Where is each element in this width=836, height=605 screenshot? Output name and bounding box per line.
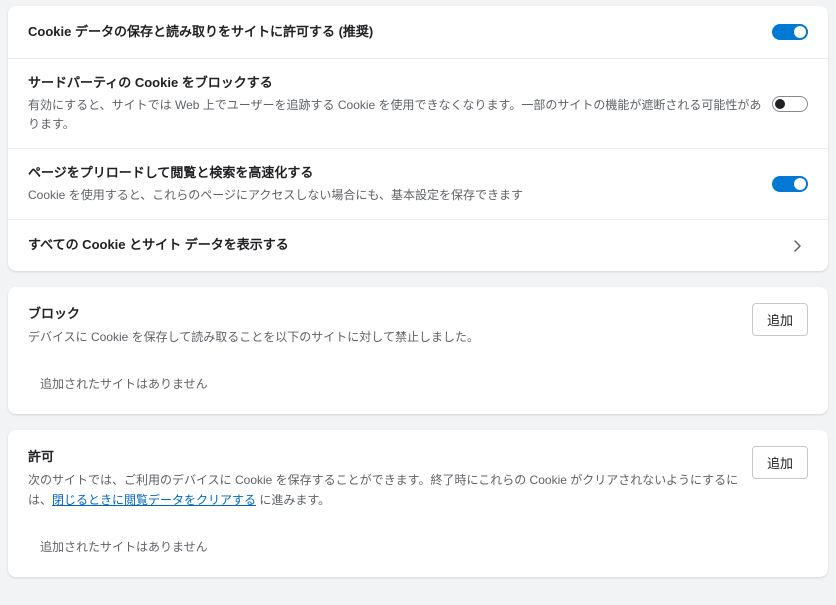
preload-sub: Cookie を使用すると、これらのページにアクセスしない場合にも、基本設定を保…: [28, 186, 772, 205]
view-all-cookies-row[interactable]: すべての Cookie とサイト データを表示する: [8, 219, 828, 271]
clear-on-close-link[interactable]: 閉じるときに閲覧データをクリアする: [52, 493, 256, 507]
allow-empty-text: 追加されたサイトはありません: [8, 520, 828, 577]
cookie-settings-card: Cookie データの保存と読み取りをサイトに許可する (推奨) サードパーティ…: [8, 6, 828, 271]
allow-section-head: 許可 次のサイトでは、ご利用のデバイスに Cookie を保存することができます…: [8, 430, 828, 519]
allow-section-title: 許可: [28, 446, 752, 465]
block-section-sub: デバイスに Cookie を保存して読み取ることを以下のサイトに対して禁止しまし…: [28, 328, 752, 347]
block-section-head: ブロック デバイスに Cookie を保存して読み取ることを以下のサイトに対して…: [8, 287, 828, 357]
block-section-title: ブロック: [28, 303, 752, 322]
allow-cookies-title: Cookie データの保存と読み取りをサイトに許可する (推奨): [28, 22, 772, 43]
block-section-card: ブロック デバイスに Cookie を保存して読み取ることを以下のサイトに対して…: [8, 287, 828, 414]
view-all-cookies-title: すべての Cookie とサイト データを表示する: [28, 235, 788, 256]
allow-cookies-toggle[interactable]: [772, 24, 808, 40]
block-thirdparty-row: サードパーティの Cookie をブロックする 有効にすると、サイトでは Web…: [8, 58, 828, 148]
allow-section-card: 許可 次のサイトでは、ご利用のデバイスに Cookie を保存することができます…: [8, 430, 828, 576]
allow-section-sub-b: に進みます。: [256, 493, 330, 507]
block-thirdparty-sub: 有効にすると、サイトでは Web 上でユーザーを追跡する Cookie を使用で…: [28, 96, 772, 134]
chevron-right-icon: [788, 236, 808, 256]
block-empty-text: 追加されたサイトはありません: [8, 357, 828, 414]
allow-section-sub: 次のサイトでは、ご利用のデバイスに Cookie を保存することができます。終了…: [28, 471, 752, 509]
block-add-button[interactable]: 追加: [752, 303, 808, 336]
block-thirdparty-toggle[interactable]: [772, 96, 808, 112]
preload-title: ページをプリロードして閲覧と検索を高速化する: [28, 163, 772, 184]
allow-add-button[interactable]: 追加: [752, 446, 808, 479]
allow-cookies-row: Cookie データの保存と読み取りをサイトに許可する (推奨): [8, 6, 828, 58]
preload-row: ページをプリロードして閲覧と検索を高速化する Cookie を使用すると、これら…: [8, 148, 828, 219]
preload-toggle[interactable]: [772, 176, 808, 192]
block-thirdparty-title: サードパーティの Cookie をブロックする: [28, 73, 772, 94]
